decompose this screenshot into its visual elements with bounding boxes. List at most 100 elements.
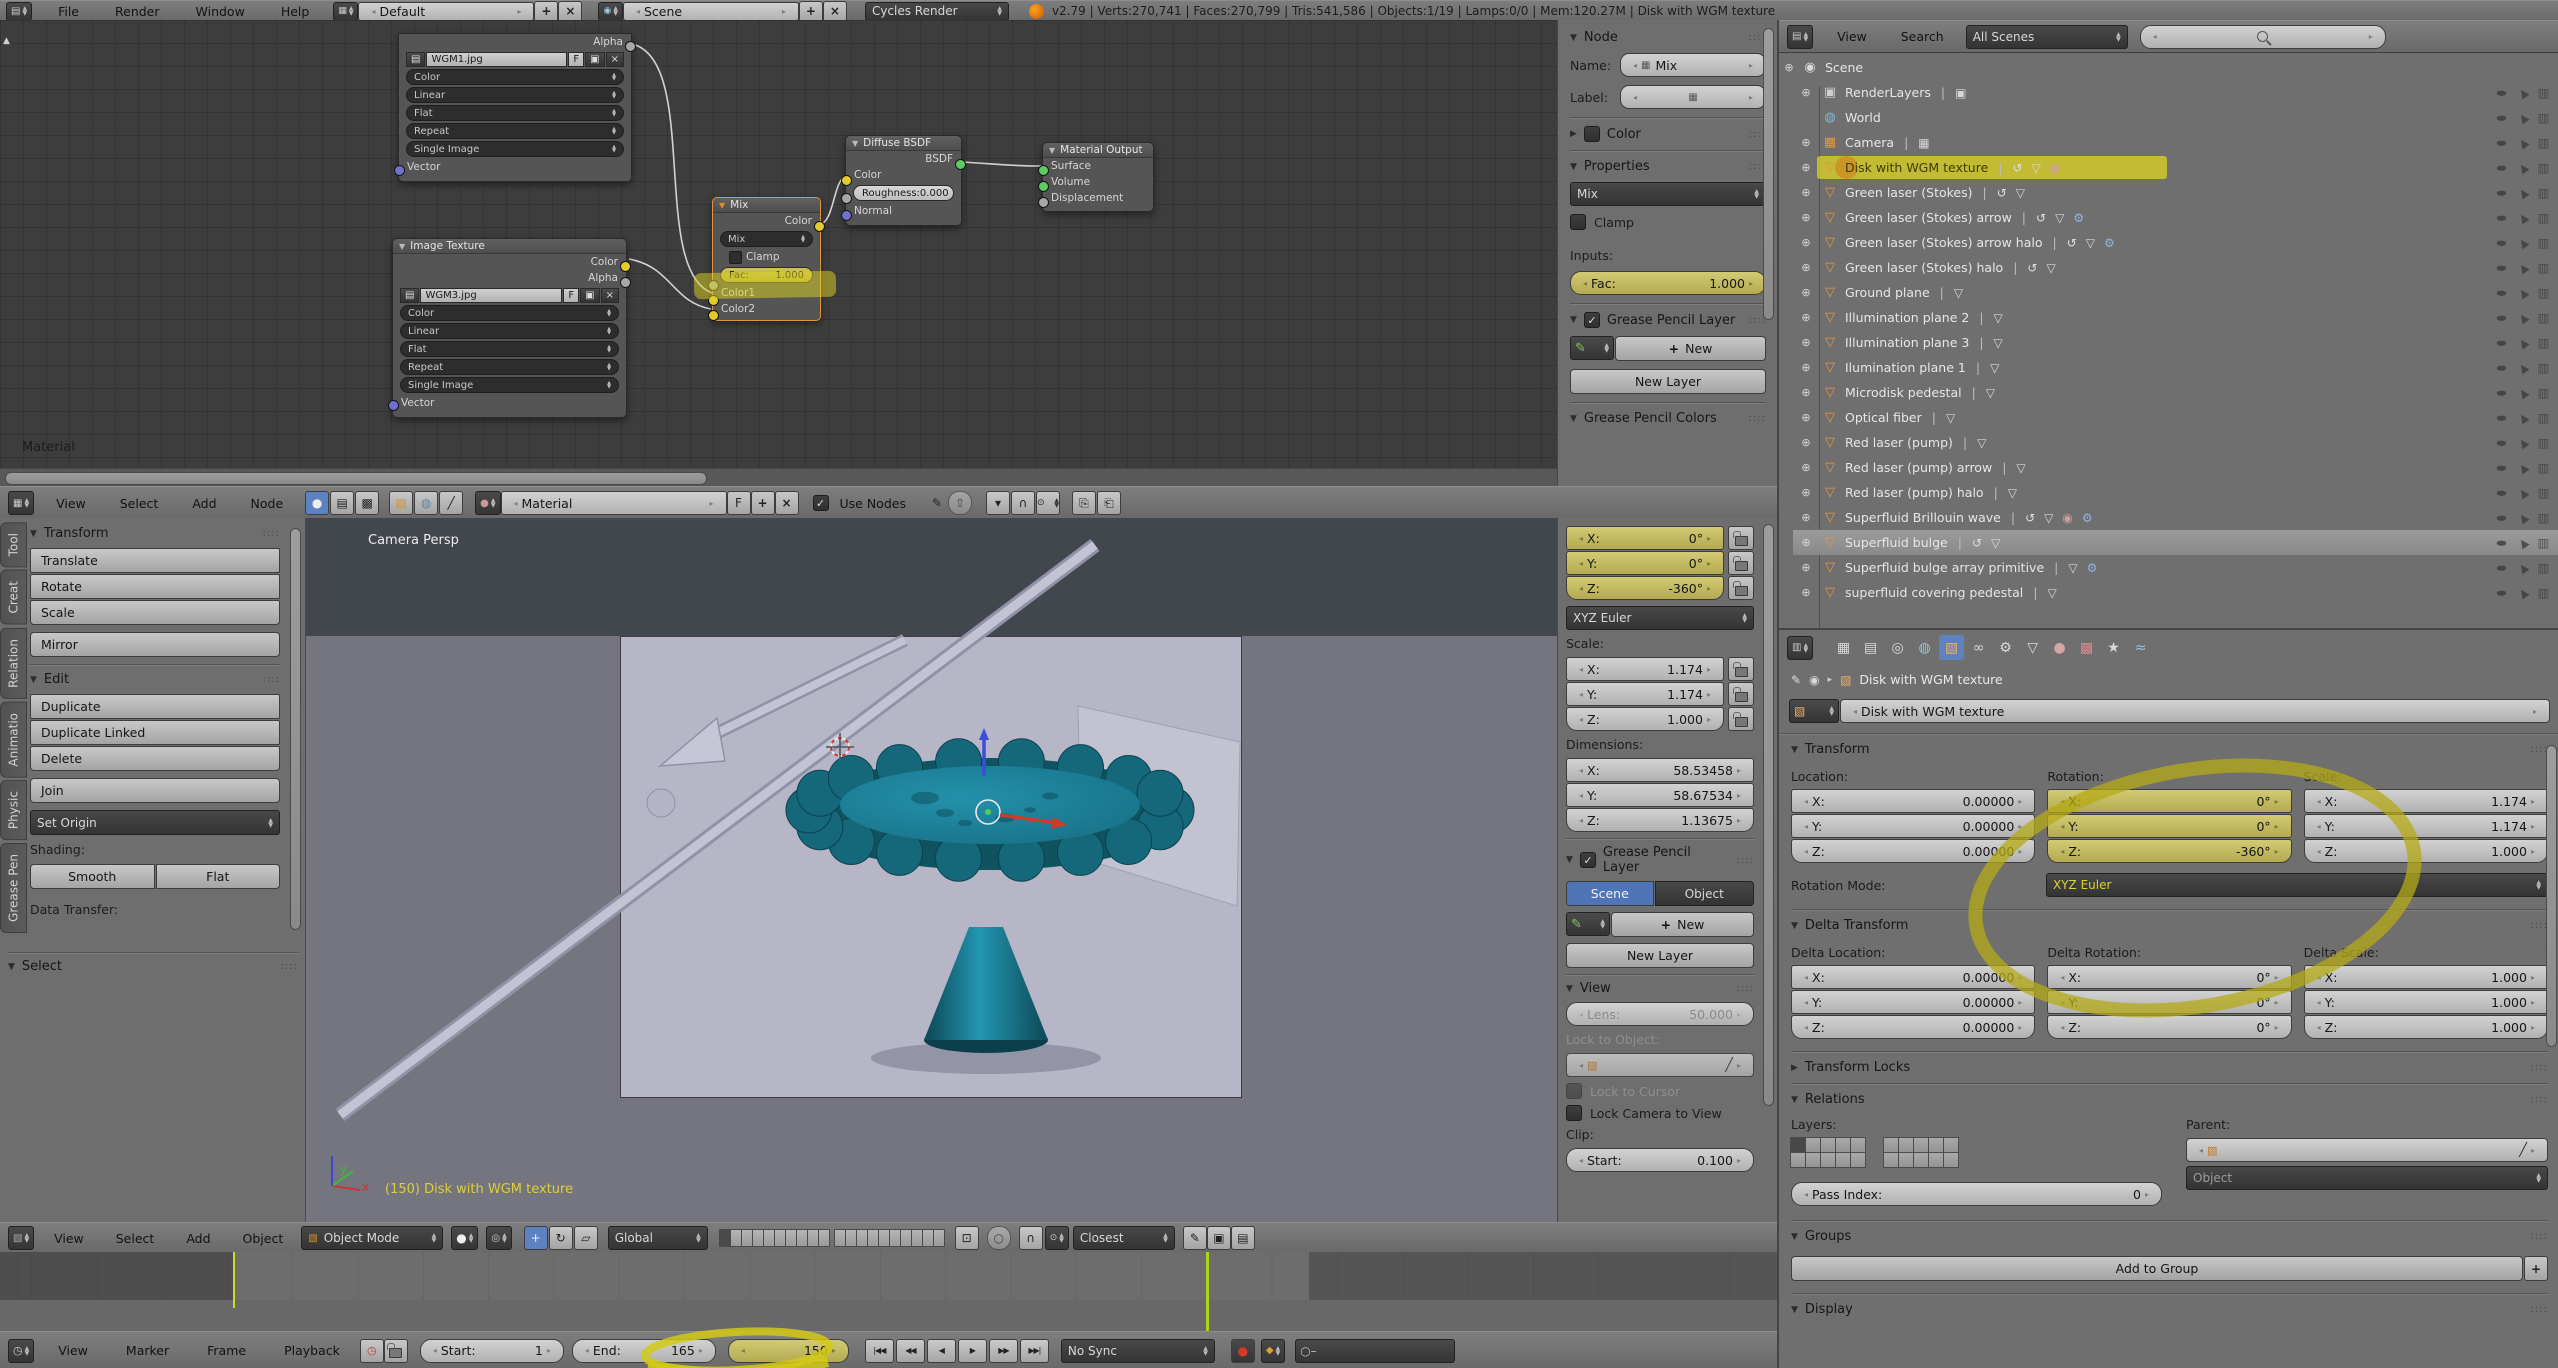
tool-shelf-scrollbar[interactable] <box>290 528 301 930</box>
material-preview-icon[interactable]: ● <box>475 491 500 515</box>
bsdf-output-socket[interactable] <box>955 159 966 170</box>
outliner-item-label[interactable]: World <box>1845 110 1881 125</box>
render-tab[interactable]: ▦ <box>1831 635 1856 660</box>
rotation-field[interactable]: Y:0° <box>2047 814 2291 838</box>
visibility-eye-icon[interactable] <box>2491 85 2512 100</box>
scene-selector[interactable]: Scene <box>623 2 799 21</box>
renderability-camera-icon[interactable] <box>2533 85 2554 100</box>
next-keyframe-button[interactable] <box>989 1339 1018 1363</box>
menu-item[interactable]: Marker <box>122 1343 173 1358</box>
constraints-tab[interactable]: ∞ <box>1966 635 1991 660</box>
transform-locks-panel-header[interactable]: ▶Transform Locks <box>1791 1060 2548 1075</box>
play-reverse-button[interactable] <box>927 1339 956 1363</box>
renderability-camera-icon[interactable] <box>2533 385 2554 400</box>
blend-type-dropdown[interactable]: Mix <box>1570 182 1766 206</box>
snap-element-icon[interactable]: ⊙ <box>1045 1226 1069 1250</box>
scale-field[interactable]: X:1.174 <box>2304 789 2548 813</box>
pivot-point-dropdown[interactable]: ◎ <box>486 1226 511 1250</box>
edit-button[interactable]: Duplicate <box>30 694 280 719</box>
outliner-item-label[interactable]: Superfluid bulge <box>1845 535 1948 550</box>
expand-icon[interactable] <box>1793 236 1819 249</box>
tool-shelf-tab[interactable]: Relation <box>0 628 27 699</box>
object-tab[interactable]: ▧ <box>1939 635 1964 660</box>
expand-icon[interactable] <box>1793 461 1819 474</box>
gp-new-button[interactable]: New <box>1611 912 1754 937</box>
selectability-arrow-icon[interactable] <box>2512 410 2533 425</box>
current-frame-field[interactable]: 150 <box>728 1339 849 1363</box>
lens-field[interactable]: Lens:50.000 <box>1566 1002 1754 1026</box>
displacement-input-socket[interactable] <box>1038 197 1049 208</box>
visibility-eye-icon[interactable] <box>2491 135 2512 150</box>
clip-start-field[interactable]: Start:0.100 <box>1566 1148 1754 1172</box>
render-engine-selector[interactable]: Cycles Render <box>865 2 1009 21</box>
grease-pencil-checkbox[interactable] <box>1584 312 1600 328</box>
outliner-item-label[interactable]: Optical fiber <box>1845 410 1922 425</box>
selectability-arrow-icon[interactable] <box>2512 260 2533 275</box>
location-field[interactable]: X:0.00000 <box>1791 789 2035 813</box>
editor-type-selector[interactable]: ▥ <box>1787 636 1813 660</box>
collapse-icon[interactable] <box>1779 61 1799 74</box>
material-tab[interactable]: ● <box>2047 635 2072 660</box>
eyedropper-icon[interactable] <box>1725 1057 1733 1073</box>
menu-item[interactable]: Select <box>116 496 163 511</box>
renderability-camera-icon[interactable] <box>2533 135 2554 150</box>
compositing-nodes-tab[interactable]: ▤ <box>330 491 354 515</box>
open-image-icon[interactable]: ▣ <box>580 288 599 303</box>
image-name-field[interactable]: WGM3.jpg <box>420 288 562 303</box>
menu-item[interactable]: Frame <box>203 1343 250 1358</box>
snap-magnet-icon[interactable]: ∩ <box>1019 1226 1043 1250</box>
scale-field[interactable]: Z:1.000 <box>1566 707 1724 731</box>
delta-rotation-field[interactable]: Y:0° <box>2047 990 2291 1014</box>
outliner-item-label[interactable]: Disk with WGM texture <box>1845 160 1988 175</box>
close-scene-button[interactable] <box>823 1 847 22</box>
lock-to-cursor-checkbox[interactable] <box>1566 1083 1582 1099</box>
groups-panel-header[interactable]: ▼Groups <box>1791 1229 2548 1244</box>
renderability-camera-icon[interactable] <box>2533 485 2554 500</box>
render-opengl-anim-icon[interactable]: ▤ <box>1231 1226 1255 1250</box>
option-dropdown[interactable]: Single Image <box>400 377 619 393</box>
modifiers-tab[interactable]: ⚙ <box>1993 635 2018 660</box>
renderability-camera-icon[interactable] <box>2533 335 2554 350</box>
scrollbar-thumb[interactable] <box>5 472 707 485</box>
alpha-output-socket[interactable] <box>625 41 636 52</box>
selectability-arrow-icon[interactable] <box>2512 110 2533 125</box>
renderability-camera-icon[interactable] <box>2533 260 2554 275</box>
visibility-eye-icon[interactable] <box>2491 585 2512 600</box>
lock-icon[interactable] <box>1728 657 1754 681</box>
selectability-arrow-icon[interactable] <box>2512 285 2533 300</box>
render-layers-tab[interactable]: ▤ <box>1858 635 1883 660</box>
outliner-item[interactable]: Illumination plane 2 | ▽ <box>1793 305 2558 330</box>
color-panel-header[interactable]: ▶Color <box>1570 126 1766 142</box>
timeline[interactable]: -30-20-100102030405060708090100110120130… <box>0 1252 1777 1368</box>
clamp-checkbox[interactable] <box>1570 214 1586 230</box>
normal-input-socket[interactable] <box>841 210 852 221</box>
selectability-arrow-icon[interactable] <box>2512 310 2533 325</box>
world-shader-tab[interactable]: ◍ <box>414 491 438 515</box>
selectability-arrow-icon[interactable] <box>2512 185 2533 200</box>
selectability-arrow-icon[interactable] <box>2512 335 2533 350</box>
outliner-item[interactable]: Green laser (Stokes) halo | ↺▽ <box>1793 255 2558 280</box>
scale-field[interactable]: Y:1.174 <box>1566 682 1724 706</box>
visibility-eye-icon[interactable] <box>2491 460 2512 475</box>
lock-to-scene-icon[interactable]: ⊡ <box>955 1226 979 1250</box>
selectability-arrow-icon[interactable] <box>2512 385 2533 400</box>
selectability-arrow-icon[interactable] <box>2512 235 2533 250</box>
object-data-tab[interactable]: ▽ <box>2020 635 2045 660</box>
outliner-item[interactable]: Superfluid bulge | ↺▽ <box>1793 530 2558 555</box>
outliner-item[interactable]: Red laser (pump) | ▽ <box>1793 430 2558 455</box>
view-panel-header[interactable]: ▼View <box>1566 981 1754 996</box>
start-frame-field[interactable]: Start:1 <box>420 1339 564 1363</box>
manipulator-scale-icon[interactable]: ▱ <box>574 1226 598 1250</box>
lock-icon[interactable] <box>1728 526 1754 550</box>
editor-type-selector[interactable]: ◷ <box>8 1339 34 1363</box>
transform-button[interactable]: Translate <box>30 548 280 573</box>
transform-button[interactable]: Rotate <box>30 574 280 599</box>
scene-icon[interactable]: ◉ <box>598 2 622 21</box>
selectability-arrow-icon[interactable] <box>2512 160 2533 175</box>
outliner-item-label[interactable]: Green laser (Stokes) halo <box>1845 260 2003 275</box>
layers-grid-1[interactable] <box>1791 1138 1866 1168</box>
editor-type-selector[interactable]: ▤ <box>1787 25 1813 49</box>
option-dropdown[interactable]: Single Image <box>406 141 624 157</box>
join-button[interactable]: Join <box>30 778 280 803</box>
lock-icon[interactable] <box>1728 576 1754 600</box>
